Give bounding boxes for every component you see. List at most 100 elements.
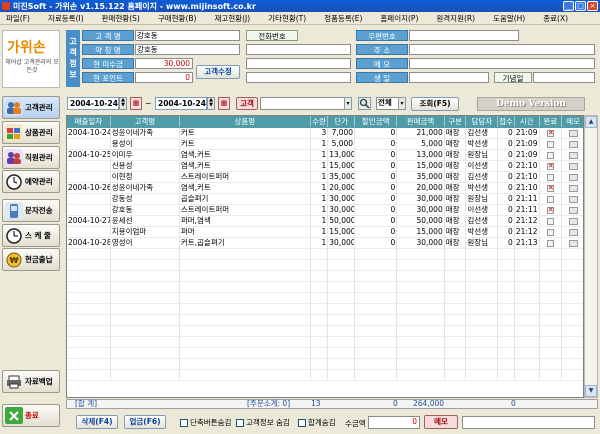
menu-purchase[interactable]: 구매현황(B): [156, 13, 199, 24]
col-header[interactable]: 시간: [514, 116, 540, 128]
sidebar-item-products[interactable]: 상품관리: [2, 121, 60, 144]
col-header[interactable]: 완료: [539, 116, 563, 128]
table-row[interactable]: 2004-10-27 윤세선 퍼머,염색 1 50,000 0 50,000 매장 김선생 0 21…: [67, 215, 583, 227]
memo-icon[interactable]: [568, 184, 578, 192]
menu-remote[interactable]: 원격지원(R): [434, 13, 477, 24]
date-from-input[interactable]: 2004-10-24: [67, 97, 119, 110]
memo-field[interactable]: [409, 58, 595, 69]
table-row[interactable]: 이현정 스트레이트퍼머 1 35,000 0 35,000 매장 김선생 0 21:10: [67, 171, 583, 183]
memo-icon[interactable]: [568, 140, 578, 148]
memo-icon[interactable]: [568, 162, 578, 170]
date-to-calendar-button[interactable]: ▦: [218, 97, 230, 110]
scope-dropdown-arrow[interactable]: ▾: [398, 97, 406, 110]
hide-shortcut-checkbox[interactable]: 단축버튼숨김: [180, 417, 231, 428]
memo-icon[interactable]: [568, 173, 578, 181]
sidebar-item-reservation[interactable]: 예약관리: [2, 170, 60, 193]
menu-other[interactable]: 기타현황(T): [266, 13, 308, 24]
done-checkbox[interactable]: ✕: [546, 184, 554, 192]
date-to-input[interactable]: 2004-10-24: [155, 97, 207, 110]
scroll-down-arrow[interactable]: ▼: [585, 385, 597, 397]
customer-dropdown-arrow[interactable]: ▾: [344, 97, 352, 110]
table-row[interactable]: 2004-10-24 성윤이네가족 커트 3 7,000 0 21,000 매장 김선생 0 21:…: [67, 127, 583, 139]
customer-filter-input[interactable]: [260, 97, 352, 110]
done-checkbox[interactable]: ✕: [546, 129, 554, 137]
search-button[interactable]: 조회(F5): [411, 97, 459, 111]
done-checkbox[interactable]: ✕: [546, 162, 554, 170]
table-row[interactable]: 용성이 커트 1 5,000 0 5,000 매장 박선생 0 21:09: [67, 138, 583, 150]
unpaid-field[interactable]: 30,000: [135, 58, 193, 69]
birthday-field[interactable]: [409, 72, 489, 83]
memo-input[interactable]: [462, 416, 595, 429]
hide-summary-checkbox[interactable]: 합계숨김: [298, 417, 336, 428]
col-header[interactable]: 수량: [310, 116, 329, 128]
table-row[interactable]: 2004-10-25 이미우 염색,커트 1 13,000 0 13,000 매장 원장님 0 21…: [67, 149, 583, 161]
phone-field-1[interactable]: [246, 44, 351, 55]
table-scrollbar[interactable]: ▲ ▼: [584, 115, 598, 398]
amount-input[interactable]: 0: [368, 416, 420, 429]
table-row[interactable]: 신용성 염색,커트 1 15,000 0 15,000 매장 이선생 0 21:10 ✕: [67, 160, 583, 172]
sidebar-item-exit[interactable]: 종료: [2, 404, 60, 427]
date-from-calendar-button[interactable]: ▦: [130, 97, 142, 110]
table-row[interactable]: 강동성 곱슬펴기 1 30,000 0 30,000 매장 원장님 0 21:11: [67, 193, 583, 205]
customer-filter-button[interactable]: 고객: [236, 97, 258, 110]
col-header[interactable]: 할인금액: [354, 116, 398, 128]
hide-customer-checkbox[interactable]: 고객정보 숨김: [236, 417, 290, 428]
nick-field[interactable]: 강호동: [135, 44, 240, 55]
menu-homepage[interactable]: 홈페이지(P): [378, 13, 420, 24]
sidebar-item-staff[interactable]: 직원관리: [2, 146, 60, 169]
col-header[interactable]: 담당자: [465, 116, 499, 128]
maximize-button[interactable]: □: [575, 1, 586, 11]
memo-icon[interactable]: [568, 151, 578, 159]
memo-icon[interactable]: [568, 129, 578, 137]
date-to-spinner[interactable]: ▲ ▼: [207, 97, 215, 110]
memo-button[interactable]: 메모: [424, 415, 458, 429]
table-row[interactable]: 2004-10-28 영성이 커트,곱슬펴기 1 30,000 0 30,000 매장 원장님 0…: [67, 237, 583, 249]
done-checkbox[interactable]: [546, 151, 554, 159]
memo-icon[interactable]: [568, 239, 578, 247]
phone-field-3[interactable]: [246, 72, 351, 83]
name-field[interactable]: 강호동: [135, 30, 240, 41]
table-row[interactable]: 지용이엄마 퍼머 1 15,000 0 15,000 매장 박선생 0 21:12: [67, 226, 583, 238]
delete-button[interactable]: 삭제(F4): [76, 415, 118, 429]
minimize-button[interactable]: _: [563, 1, 574, 11]
col-header[interactable]: 접수: [497, 116, 515, 128]
address-field[interactable]: [409, 44, 595, 55]
done-checkbox[interactable]: [546, 217, 554, 225]
memo-icon[interactable]: [568, 206, 578, 214]
sidebar-item-cash[interactable]: ₩ 현금출납: [2, 248, 60, 271]
col-header[interactable]: 단가: [327, 116, 356, 128]
menu-exit[interactable]: 종료(X): [541, 13, 570, 24]
sidebar-item-schedule[interactable]: 스 케 줄: [2, 224, 60, 247]
table-row[interactable]: 강호동 스트레이트퍼머 1 30,000 0 30,000 매장 이선생 0 21:11 ✕: [67, 204, 583, 216]
menu-help[interactable]: 도움말(H): [491, 13, 527, 24]
col-header[interactable]: 메모: [561, 116, 583, 128]
col-header[interactable]: 고객명: [110, 116, 180, 128]
table-row[interactable]: 2004-10-26 성윤이네가족 염색,커트 1 20,000 0 20,000 매장 박선생…: [67, 182, 583, 194]
done-checkbox[interactable]: [546, 140, 554, 148]
sidebar-item-customers[interactable]: 고객관리: [2, 96, 60, 119]
col-header[interactable]: 판매금액: [396, 116, 445, 128]
search-icon[interactable]: [358, 97, 371, 110]
menu-file[interactable]: 파일(F): [4, 13, 32, 24]
postal-field[interactable]: [409, 30, 519, 41]
menu-inventory[interactable]: 재고현황(J): [212, 13, 252, 24]
edit-customer-button[interactable]: 고객수정: [196, 65, 240, 79]
memo-icon[interactable]: [568, 228, 578, 236]
print-button[interactable]: 업금(F6): [124, 415, 166, 429]
done-checkbox[interactable]: [546, 239, 554, 247]
done-checkbox[interactable]: [546, 195, 554, 203]
menu-data-entry[interactable]: 자료등록(I): [46, 13, 86, 24]
sidebar-item-sms[interactable]: 문자전송: [2, 199, 60, 222]
phone-field-2[interactable]: [246, 58, 351, 69]
date-from-spinner[interactable]: ▲ ▼: [119, 97, 127, 110]
done-checkbox[interactable]: [546, 228, 554, 236]
menu-register[interactable]: 정품등록(E): [322, 13, 364, 24]
menu-sales[interactable]: 판매현황(S): [100, 13, 142, 24]
col-header[interactable]: 구분: [444, 116, 467, 128]
col-header[interactable]: 상품명: [179, 116, 311, 128]
sidebar-item-backup[interactable]: 자료백업: [2, 370, 60, 393]
close-button[interactable]: ×: [587, 1, 598, 11]
memo-icon[interactable]: [568, 195, 578, 203]
scroll-up-arrow[interactable]: ▲: [585, 116, 597, 128]
done-checkbox[interactable]: ✕: [546, 206, 554, 214]
